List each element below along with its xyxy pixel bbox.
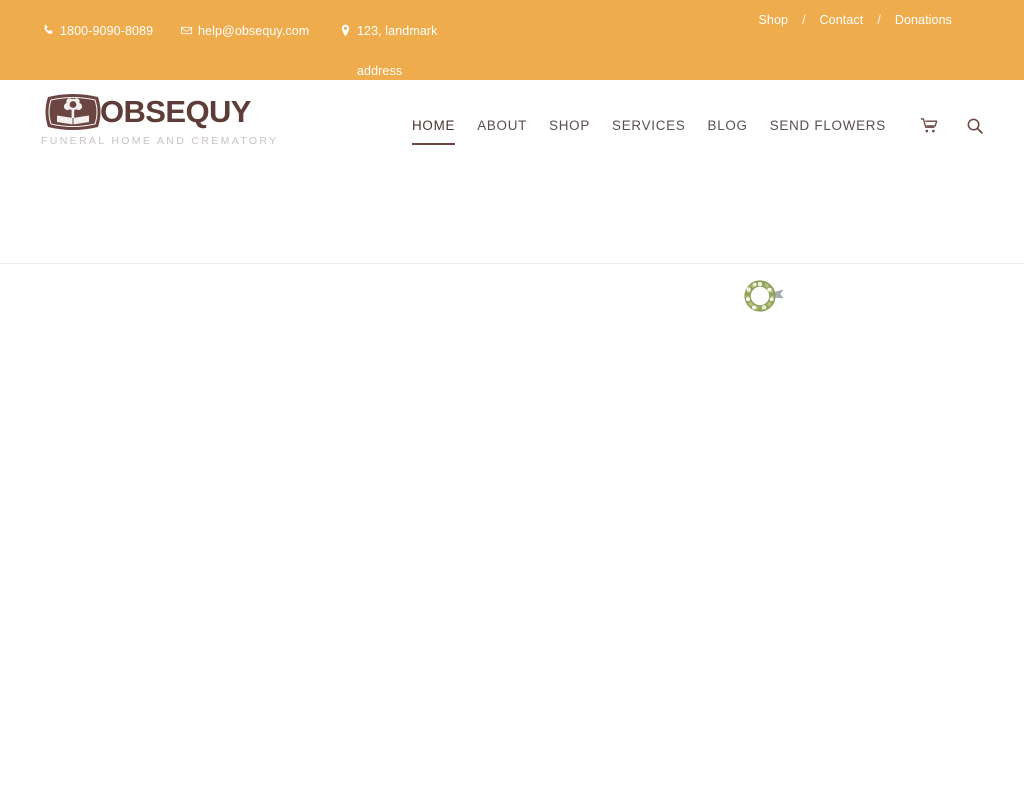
top-link-separator-2: / — [877, 13, 881, 27]
page-content-area — [0, 264, 1024, 800]
contact-phone[interactable]: 1800-9090-8089 — [42, 11, 153, 51]
main-navigation: HOME ABOUT SHOP SERVICES BLOG SEND FLOWE… — [412, 80, 908, 172]
logo-wordmark: OBSEQUY — [100, 94, 251, 129]
contact-address[interactable]: 123, landmark address — [339, 11, 453, 91]
top-link-contact[interactable]: Contact — [810, 9, 874, 31]
cart-icon[interactable] — [920, 117, 938, 135]
contact-email[interactable]: help@obsequy.com — [180, 11, 309, 51]
phone-icon — [42, 24, 55, 37]
header-action-icons — [920, 80, 984, 172]
search-icon[interactable] — [966, 117, 984, 135]
site-header: OBSEQUY FUNERAL HOME AND CREMATORY HOME … — [0, 80, 1024, 172]
map-pin-icon — [339, 24, 352, 37]
nav-item-blog[interactable]: BLOG — [708, 115, 767, 137]
hero-loading-region — [0, 172, 1024, 312]
contact-phone-text: 1800-9090-8089 — [60, 24, 154, 38]
envelope-icon — [180, 24, 193, 37]
top-utility-links: Shop / Contact / Donations — [748, 9, 962, 31]
contact-email-text: help@obsequy.com — [198, 24, 310, 38]
nav-item-send-flowers[interactable]: SEND FLOWERS — [770, 115, 905, 137]
nav-item-shop[interactable]: SHOP — [549, 115, 609, 137]
nav-item-services[interactable]: SERVICES — [612, 115, 704, 137]
tree-and-book-emblem-icon — [40, 91, 106, 133]
nav-item-about[interactable]: ABOUT — [477, 115, 546, 137]
top-contact-bar: 1800-9090-8089 help@obsequy.com 123, lan… — [0, 0, 1024, 80]
nav-item-home[interactable]: HOME — [412, 115, 474, 145]
site-logo[interactable]: OBSEQUY FUNERAL HOME AND CREMATORY — [40, 90, 300, 162]
contact-address-text: 123, landmark address — [357, 24, 438, 78]
logo-tagline: FUNERAL HOME AND CREMATORY — [41, 135, 279, 147]
logo-row: OBSEQUY — [40, 90, 300, 134]
floral-wreath-preloader-icon — [744, 279, 784, 313]
top-contact-bar-inner: 1800-9090-8089 help@obsequy.com 123, lan… — [0, 0, 1024, 80]
top-link-donations[interactable]: Donations — [885, 9, 962, 31]
top-link-separator-1: / — [802, 13, 806, 27]
top-link-shop[interactable]: Shop — [748, 9, 798, 31]
